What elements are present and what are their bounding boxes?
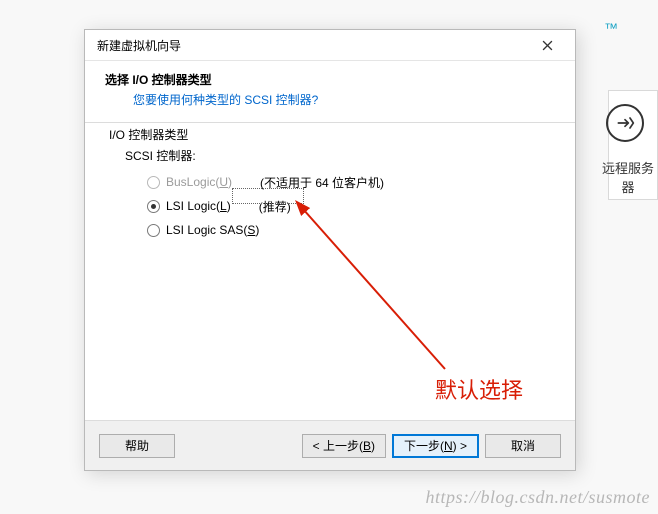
next-button[interactable]: 下一步(N) > [392,434,479,458]
wizard-dialog: 新建虚拟机向导 选择 I/O 控制器类型 您要使用何种类型的 SCSI 控制器?… [84,29,576,471]
radio-buslogic: BusLogic(U) (不适用于 64 位客户机) [147,172,541,192]
remote-server-icon [606,104,644,142]
close-icon [542,40,553,51]
radio-lsi-logic[interactable]: LSI Logic(L) (推荐) [147,196,541,216]
radio-label: LSI Logic(L) [166,199,231,213]
wizard-body: I/O 控制器类型 SCSI 控制器: BusLogic(U) (不适用于 64… [85,123,575,420]
close-button[interactable] [527,33,567,57]
wizard-footer: 帮助 < 上一步(B) 下一步(N) > 取消 [85,420,575,470]
radio-lsi-logic-sas[interactable]: LSI Logic SAS(S) [147,220,541,240]
scsi-controller-label: SCSI 控制器: [125,147,541,164]
wizard-header-subtitle: 您要使用何种类型的 SCSI 控制器? [105,91,555,108]
cancel-button[interactable]: 取消 [485,434,561,458]
radio-note: (不适用于 64 位客户机) [260,174,384,191]
radio-note: (推荐) [259,198,291,215]
wizard-header: 选择 I/O 控制器类型 您要使用何种类型的 SCSI 控制器? [85,61,575,122]
watermark-text: https://blog.csdn.net/susmote [426,487,651,508]
radio-icon [147,224,160,237]
radio-label: BusLogic(U) [166,175,232,189]
io-controller-group: I/O 控制器类型 SCSI 控制器: BusLogic(U) (不适用于 64… [105,133,555,254]
back-button[interactable]: < 上一步(B) [302,434,386,458]
group-label: I/O 控制器类型 [105,126,192,143]
dialog-title: 新建虚拟机向导 [97,37,527,54]
radio-label: LSI Logic SAS(S) [166,223,259,237]
radio-icon [147,176,160,189]
remote-server-label: 远程服务器 [598,158,658,196]
wizard-header-title: 选择 I/O 控制器类型 [105,71,555,88]
trademark-text: ™ [604,20,618,36]
titlebar: 新建虚拟机向导 [85,30,575,61]
annotation-text: 默认选择 [435,373,523,405]
radio-icon [147,200,160,213]
help-button[interactable]: 帮助 [99,434,175,458]
